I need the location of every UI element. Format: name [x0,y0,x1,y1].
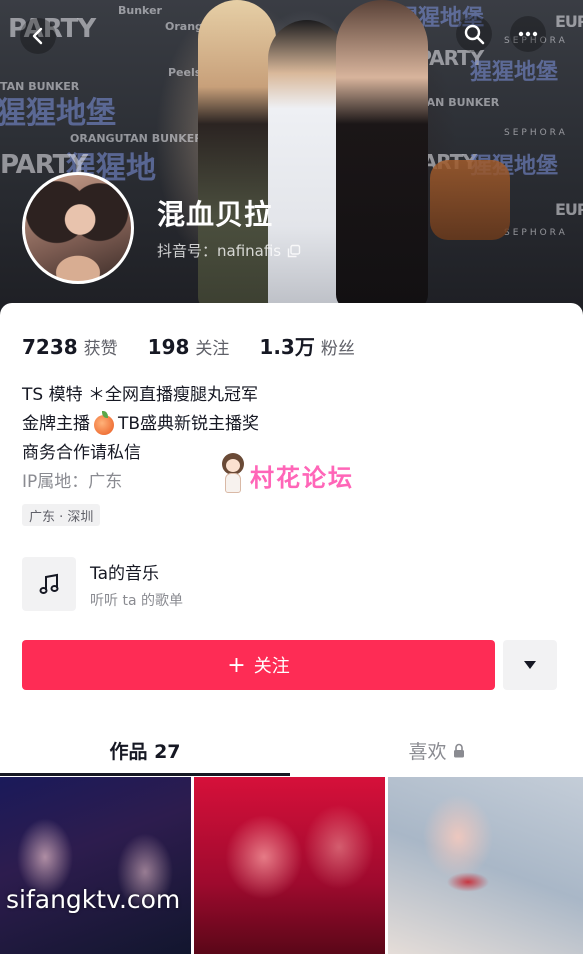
video-grid: sifangktv.com [0,777,583,954]
bio-text: 金牌主播 [22,414,90,434]
back-icon [32,27,43,45]
watermark-text: 村花论坛 [250,463,354,492]
banner-wall-text: SEPHORA [504,128,568,138]
video-thumbnail[interactable] [194,777,385,954]
tab-indicator [0,773,290,776]
banner-wall-text: 猩猩地堡 [470,60,559,85]
banner-wall-text: Bunker [118,4,162,17]
stat-value: 198 [147,335,190,359]
peach-emoji-icon [94,410,114,435]
banner-wall-text: EUPI [555,12,583,31]
stat-followers[interactable]: 1.3万 粉丝 [259,331,354,360]
banner-person [198,0,276,310]
bio-text: TB盛典新锐主播奖 [118,414,260,434]
music-title: Ta的音乐 [90,563,159,584]
banner-wall-text: SEPHORA [504,228,568,238]
caret-down-icon [524,661,536,669]
search-icon [464,24,485,45]
plus-icon: + [227,652,246,678]
nickname: 混血贝拉 [157,198,274,231]
banner-wall-text: 猩猩地堡 [0,96,116,131]
stat-value: 1.3万 [259,335,315,359]
stat-label: 粉丝 [320,339,355,359]
cartoon-girl-icon [216,451,248,499]
banner-wall-text: Peels [168,66,202,79]
banner-wall-text: Orang [165,20,203,33]
video-thumbnail[interactable]: sifangktv.com [0,777,191,954]
stat-label: 关注 [195,339,230,359]
more-button[interactable] [510,16,546,52]
stat-likes[interactable]: 7238 获赞 [22,334,118,359]
tab-likes[interactable]: 喜欢 [290,723,583,777]
music-entry[interactable]: Ta的音乐 听听 ta 的歌单 [22,557,183,611]
stat-label: 获赞 [83,339,118,359]
douyin-id-text: 抖音号：nafinafis [157,242,282,260]
music-note-icon [22,557,76,611]
tab-label: 喜欢 [408,740,447,763]
tab-works[interactable]: 作品 27 [0,723,290,777]
thumbnail-watermark: sifangktv.com [6,885,181,914]
back-button[interactable] [20,18,56,54]
bio-line: TS 模特 ＊全网直播瘦腿丸冠军 [22,385,258,405]
lock-icon [453,743,464,757]
forum-watermark: 村花论坛 [216,451,354,499]
stat-value: 7238 [22,335,78,359]
profile-card: 7238 获赞 198 关注 1.3万 粉丝 TS 模特 ＊全网直播瘦腿丸冠军 … [0,303,583,954]
video-thumbnail[interactable] [388,777,583,954]
stat-following[interactable]: 198 关注 [148,334,230,359]
banner-person [336,0,428,310]
tab-label: 作品 27 [109,740,181,763]
search-button[interactable] [456,16,492,52]
banner-chair [430,160,510,240]
music-text: Ta的音乐 听听 ta 的歌单 [90,559,183,610]
copy-icon[interactable] [287,244,301,258]
more-options-button[interactable] [503,640,557,690]
location-tag: 广东 · 深圳 [22,504,101,526]
avatar[interactable] [22,172,134,284]
profile-tabs: 作品 27 喜欢 [0,723,583,777]
stats-row: 7238 获赞 198 关注 1.3万 粉丝 [22,331,385,360]
follow-button[interactable]: + 关注 [22,640,495,690]
more-icon [518,31,538,37]
banner-person [268,20,346,315]
douyin-id: 抖音号：nafinafis [157,240,301,261]
bio-line: 金牌主播 TB盛典新锐主播奖 [22,410,259,439]
banner-wall-text: EUP [555,200,583,219]
music-subtitle: 听听 ta 的歌单 [90,592,183,609]
banner-wall-text: TAN BUNKER [420,96,500,109]
follow-label: 关注 [253,656,290,677]
